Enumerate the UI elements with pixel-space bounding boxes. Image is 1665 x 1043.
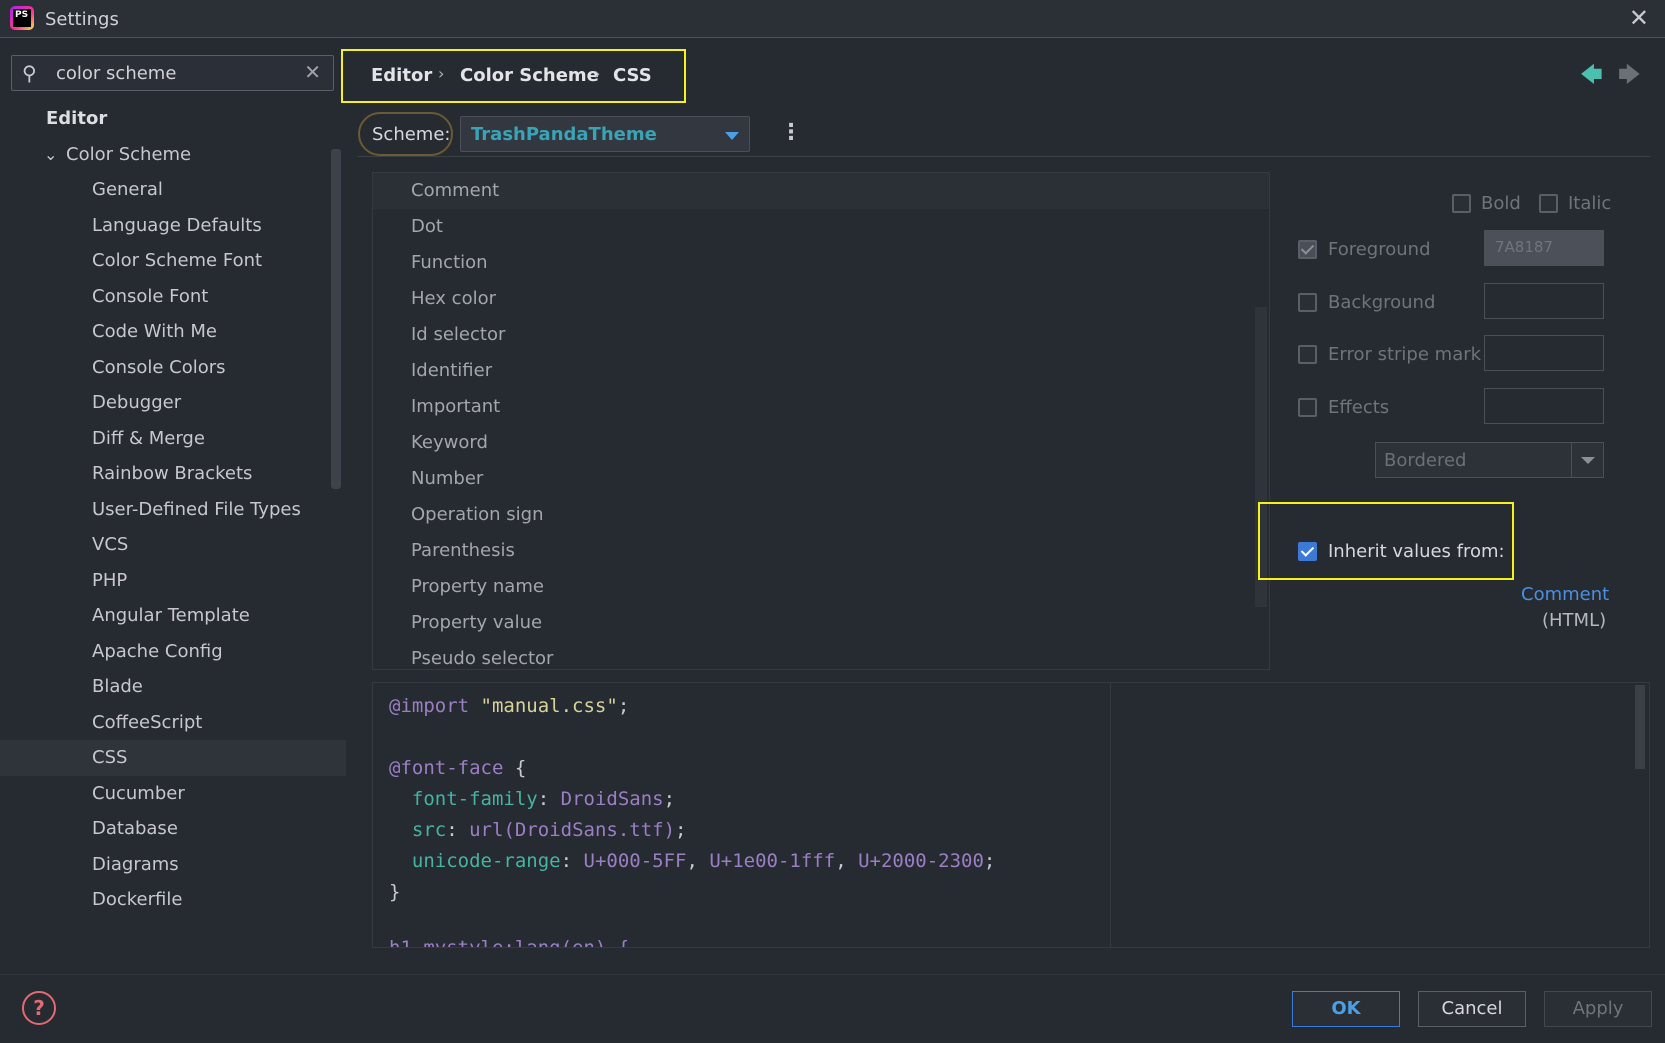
preview-divider [1110, 683, 1111, 947]
effects-type-value: Bordered [1384, 450, 1467, 471]
effects-color-swatch[interactable] [1484, 388, 1604, 424]
inherit-link[interactable]: Comment [1521, 584, 1609, 605]
more-options-icon[interactable]: ⋮ [780, 120, 802, 145]
tree-item-console-colors[interactable]: Console Colors [0, 350, 346, 386]
scheme-value: TrashPandaTheme [471, 124, 657, 145]
list-item[interactable]: Important [373, 389, 1269, 425]
logo-text: PS [13, 9, 31, 27]
dropdown-button [1571, 443, 1603, 477]
error-stripe-checkbox[interactable] [1298, 345, 1317, 364]
effects-label: Effects [1328, 397, 1390, 418]
effects-type-dropdown[interactable]: Bordered [1375, 442, 1604, 478]
phpstorm-logo-icon: PS [10, 6, 34, 30]
dialog-footer: ? OK Cancel Apply [0, 974, 1665, 1043]
tree-item-database[interactable]: Database [0, 811, 346, 847]
cancel-button[interactable]: Cancel [1418, 991, 1526, 1027]
tree-item-dockerfile[interactable]: Dockerfile [0, 882, 346, 918]
dropdown-caret-icon [1581, 457, 1595, 464]
scheme-dropdown[interactable]: TrashPandaTheme [460, 116, 750, 152]
list-item[interactable]: Identifier [373, 353, 1269, 389]
list-item[interactable]: Property value [373, 605, 1269, 641]
foreground-label: Foreground [1328, 239, 1431, 260]
italic-checkbox[interactable] [1539, 194, 1558, 213]
divider [358, 156, 1650, 157]
breadcrumb: Editor › Color Scheme › CSS [341, 49, 686, 103]
italic-label: Italic [1568, 193, 1612, 214]
inherit-checkbox[interactable] [1298, 542, 1317, 561]
tree-item-coffeescript[interactable]: CoffeeScript [0, 705, 346, 741]
breadcrumb-css: CSS [613, 65, 652, 86]
tree-item-css[interactable]: CSS [0, 740, 346, 776]
back-arrow-icon[interactable]: 🡄 [1580, 58, 1603, 96]
inherit-label: Inherit values from: [1328, 541, 1505, 562]
breadcrumb-separator-icon: › [438, 64, 445, 83]
sidebar-scrollbar[interactable] [331, 149, 341, 489]
list-item[interactable]: Keyword [373, 425, 1269, 461]
bold-checkbox[interactable] [1452, 194, 1471, 213]
tree-item-color-scheme-font[interactable]: Color Scheme Font [0, 243, 346, 279]
tree-item-blade[interactable]: Blade [0, 669, 346, 705]
breadcrumb-color-scheme[interactable]: Color Scheme [460, 65, 599, 86]
ok-button[interactable]: OK [1292, 991, 1400, 1027]
foreground-value: 7A8187 [1495, 238, 1553, 256]
chevron-down-icon: ⌄ [44, 145, 58, 164]
tree-item-rainbow-brackets[interactable]: Rainbow Brackets [0, 456, 346, 492]
tree-item-language-defaults[interactable]: Language Defaults [0, 208, 346, 244]
background-color-swatch[interactable] [1484, 283, 1604, 319]
tree-item-diff-merge[interactable]: Diff & Merge [0, 421, 346, 457]
breadcrumb-editor[interactable]: Editor [371, 65, 432, 86]
tree-item-angular-template[interactable]: Angular Template [0, 598, 346, 634]
background-label: Background [1328, 292, 1436, 313]
apply-button[interactable]: Apply [1544, 991, 1652, 1027]
window-title: Settings [45, 9, 119, 30]
settings-sidebar: ⚲ color scheme ✕ Editor ⌄ Color Scheme Ge… [0, 39, 346, 974]
list-item[interactable]: Property name [373, 569, 1269, 605]
tree-item-editor[interactable]: Editor [0, 101, 346, 137]
tree-item-diagrams[interactable]: Diagrams [0, 847, 346, 883]
list-item[interactable]: Id selector [373, 317, 1269, 353]
list-item[interactable]: Dot [373, 209, 1269, 245]
background-checkbox[interactable] [1298, 293, 1317, 312]
search-input[interactable]: ⚲ color scheme ✕ [11, 55, 334, 91]
error-stripe-color-swatch[interactable] [1484, 335, 1604, 371]
tree-item-cucumber[interactable]: Cucumber [0, 776, 346, 812]
search-icon: ⚲ [22, 61, 37, 85]
tree-item-console-font[interactable]: Console Font [0, 279, 346, 315]
forward-arrow-icon[interactable]: 🡆 [1618, 58, 1641, 96]
help-icon[interactable]: ? [22, 991, 56, 1025]
scheme-label: Scheme: [372, 124, 451, 145]
preview-scrollbar[interactable] [1635, 685, 1645, 769]
tree-item-code-with-me[interactable]: Code With Me [0, 314, 346, 350]
tree-item-vcs[interactable]: VCS [0, 527, 346, 563]
list-item[interactable]: Number [373, 461, 1269, 497]
foreground-color-swatch[interactable]: 7A8187 [1484, 230, 1604, 266]
tree-item-php[interactable]: PHP [0, 563, 346, 599]
inherit-source: (HTML) [1542, 610, 1607, 631]
tree-item-color-scheme[interactable]: ⌄ Color Scheme [0, 137, 346, 173]
search-value: color scheme [56, 63, 177, 84]
dropdown-caret-icon [725, 132, 739, 140]
list-item-comment[interactable]: Comment [373, 173, 1269, 209]
tree-item-user-defined-file-types[interactable]: User-Defined File Types [0, 492, 346, 528]
error-stripe-label: Error stripe mark [1328, 344, 1482, 365]
foreground-checkbox[interactable] [1298, 240, 1317, 259]
list-item[interactable]: Hex color [373, 281, 1269, 317]
tree-item-debugger[interactable]: Debugger [0, 385, 346, 421]
list-item[interactable]: Operation sign [373, 497, 1269, 533]
close-icon[interactable]: ✕ [1629, 4, 1649, 32]
list-item[interactable]: Pseudo selector [373, 641, 1269, 669]
effects-checkbox[interactable] [1298, 398, 1317, 417]
tree-item-general[interactable]: General [0, 172, 346, 208]
bold-label: Bold [1481, 193, 1521, 214]
clear-search-icon[interactable]: ✕ [304, 60, 321, 84]
color-elements-list: Comment Dot Function Hex color Id select… [372, 172, 1270, 670]
code-preview[interactable]: @import "manual.css"; @font-face { font-… [372, 682, 1650, 948]
list-item[interactable]: Parenthesis [373, 533, 1269, 569]
list-item[interactable]: Function [373, 245, 1269, 281]
tree-item-apache-config[interactable]: Apache Config [0, 634, 346, 670]
title-bar: PS Settings ✕ [0, 0, 1665, 38]
breadcrumb-separator-icon: › [594, 64, 601, 83]
